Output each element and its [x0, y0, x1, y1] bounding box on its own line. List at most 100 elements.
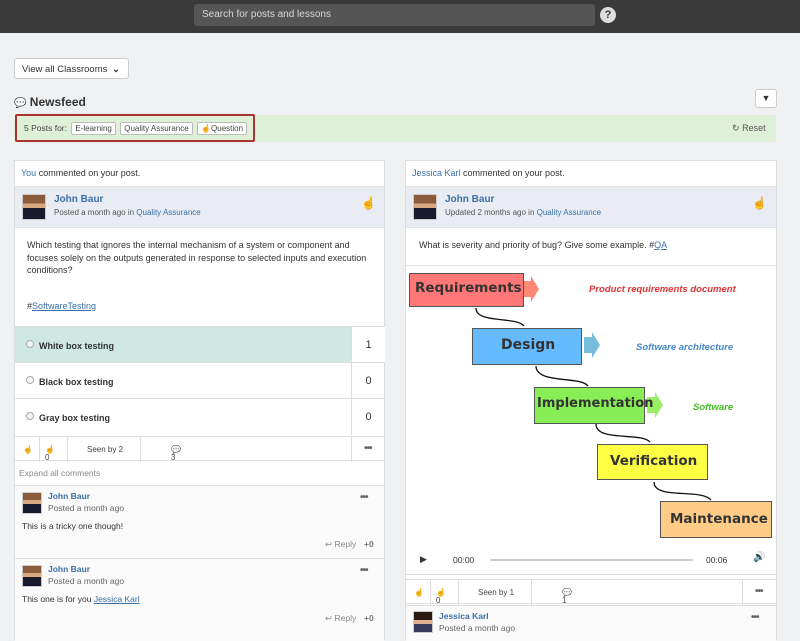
filter-icon: ▼: [761, 93, 771, 103]
more-options-icon[interactable]: •••: [364, 443, 372, 454]
comment-author[interactable]: John Baur: [48, 491, 90, 501]
avatar[interactable]: [413, 611, 433, 633]
comment-options-icon[interactable]: •••: [360, 492, 368, 503]
view-classrooms-button[interactable]: View all Classrooms ⌄: [14, 58, 129, 79]
poll-option-count: 0: [351, 363, 385, 399]
post-body: What is severity and priority of bug? Gi…: [419, 240, 667, 250]
post-header: John Baur Updated 2 months ago in Qualit…: [406, 186, 776, 228]
poll-option-count: 1: [351, 327, 385, 363]
post-time: Posted a month ago in: [54, 208, 137, 217]
posts-count: 5 Posts for:: [24, 123, 67, 133]
radio-button[interactable]: [26, 340, 34, 348]
comment-options-icon[interactable]: •••: [751, 612, 759, 623]
avatar[interactable]: [22, 194, 46, 220]
poll-option[interactable]: Black box testing 0: [15, 362, 385, 399]
reply-button[interactable]: ↩ Reply: [325, 539, 356, 550]
seen-by[interactable]: Seen by 2: [87, 445, 123, 454]
reset-label: Reset: [742, 123, 766, 133]
post-body: Which testing that ignores the internal …: [27, 240, 367, 275]
filter-tag-label: Question: [211, 124, 244, 133]
poll-option[interactable]: Gray box testing 0: [15, 398, 385, 435]
post-body-text: What is severity and priority of bug? Gi…: [419, 240, 655, 250]
activity-actor[interactable]: You: [21, 168, 36, 178]
post-category[interactable]: Quality Assurance: [136, 208, 200, 217]
likes-value: 0: [436, 596, 441, 605]
post-card: You commented on your post. John Baur Po…: [14, 160, 385, 641]
activity-line: Jessica Karl commented on your post.: [412, 168, 565, 178]
post-header: John Baur Posted a month ago in Quality …: [15, 186, 384, 228]
activity-actor[interactable]: Jessica Karl: [412, 168, 461, 178]
comments-value: 1: [562, 596, 567, 605]
avatar[interactable]: [413, 194, 437, 220]
duration: 00:06: [706, 555, 728, 565]
reply-icon: ↩: [325, 539, 333, 549]
radio-button[interactable]: [26, 376, 34, 384]
maintenance-box: Maintenance: [660, 501, 772, 538]
likes-count: 0 ☝: [45, 445, 55, 462]
comment-text-body: This one is for you: [22, 594, 94, 604]
search-input[interactable]: Search for posts and lessons: [194, 4, 595, 26]
filter-tag[interactable]: ☝Question: [197, 122, 248, 135]
comment-score[interactable]: +0: [364, 539, 374, 549]
page-title: Newsfeed: [29, 95, 86, 109]
volume-icon[interactable]: 🔊: [753, 552, 765, 563]
help-icon[interactable]: ?: [600, 7, 616, 23]
avatar[interactable]: [22, 492, 42, 514]
play-icon[interactable]: ▶: [420, 554, 427, 565]
comment-author[interactable]: John Baur: [48, 564, 90, 574]
mention-link[interactable]: Jessica Karl: [94, 594, 140, 604]
comments-value: 3: [171, 453, 176, 462]
post-meta: Updated 2 months ago in Quality Assuranc…: [445, 208, 601, 217]
comments-count[interactable]: 1 💬: [562, 588, 572, 605]
audio-player: ▶ 00:00 00:06 🔊: [406, 545, 776, 575]
expand-comments-link[interactable]: Expand all comments: [19, 468, 100, 478]
active-filters: 5 Posts for: E-learning Quality Assuranc…: [15, 114, 255, 142]
radio-button[interactable]: [26, 412, 34, 420]
filter-tag[interactable]: E-learning: [71, 122, 116, 135]
comment: Jessica Karl Posted a month ago •••: [406, 605, 776, 641]
like-icon[interactable]: ☝: [23, 445, 33, 454]
activity-text: commented on your post.: [36, 168, 141, 178]
progress-bar[interactable]: [490, 559, 693, 561]
poll-option-label: Black box testing: [39, 377, 114, 387]
post-actions: ☝ 0 ☝ Seen by 1 1 💬 •••: [406, 579, 776, 605]
comment-text: This is a tricky one though!: [22, 521, 124, 531]
implementation-box: Implementation: [534, 387, 653, 424]
reply-label: Reply: [334, 539, 357, 549]
comment-time: Posted a month ago: [48, 576, 125, 586]
post-author[interactable]: John Baur: [445, 194, 494, 205]
top-bar: Search for posts and lessons ?: [0, 0, 800, 33]
pointer-hand-icon[interactable]: ☝: [752, 196, 767, 210]
hashtag-link[interactable]: SoftwareTesting: [32, 301, 96, 311]
post-category[interactable]: Quality Assurance: [537, 208, 601, 217]
comment-text: This one is for you Jessica Karl: [22, 594, 140, 604]
post-hashtag-line: #SoftwareTesting: [27, 301, 96, 311]
design-box: Design: [472, 328, 582, 365]
like-icon[interactable]: ☝: [414, 588, 424, 597]
comments-icon: 💬: [14, 98, 27, 109]
comments-count[interactable]: 3 💬: [171, 445, 181, 462]
filter-button[interactable]: ▼: [755, 89, 777, 108]
comment-time: Posted a month ago: [48, 503, 125, 513]
reset-button[interactable]: ↻ Reset: [732, 123, 766, 134]
activity-line: You commented on your post.: [21, 168, 140, 178]
post-card: Jessica Karl commented on your post. Joh…: [405, 160, 777, 641]
seen-by[interactable]: Seen by 1: [478, 588, 514, 597]
poll-option-label: White box testing: [39, 341, 114, 351]
chevron-down-icon: ⌄: [112, 64, 120, 75]
poll-option[interactable]: White box testing 1: [15, 326, 385, 363]
post-author[interactable]: John Baur: [54, 194, 103, 205]
post-actions: ☝ 0 ☝ Seen by 2 3 💬 •••: [15, 436, 384, 462]
comment-options-icon[interactable]: •••: [360, 565, 368, 576]
reply-button[interactable]: ↩ Reply: [325, 613, 356, 624]
poll-option-label: Gray box testing: [39, 413, 111, 423]
filter-tag[interactable]: Quality Assurance: [120, 122, 193, 135]
more-options-icon[interactable]: •••: [755, 586, 763, 597]
output-label: Product requirements document: [589, 284, 736, 295]
waterfall-diagram: Requirements Design Implementation Verif…: [406, 265, 776, 540]
comment-author[interactable]: Jessica Karl: [439, 611, 489, 621]
hashtag-link[interactable]: QA: [654, 240, 667, 250]
avatar[interactable]: [22, 565, 42, 587]
pointer-hand-icon[interactable]: ☝: [361, 196, 376, 210]
comment-score[interactable]: +0: [364, 613, 374, 623]
